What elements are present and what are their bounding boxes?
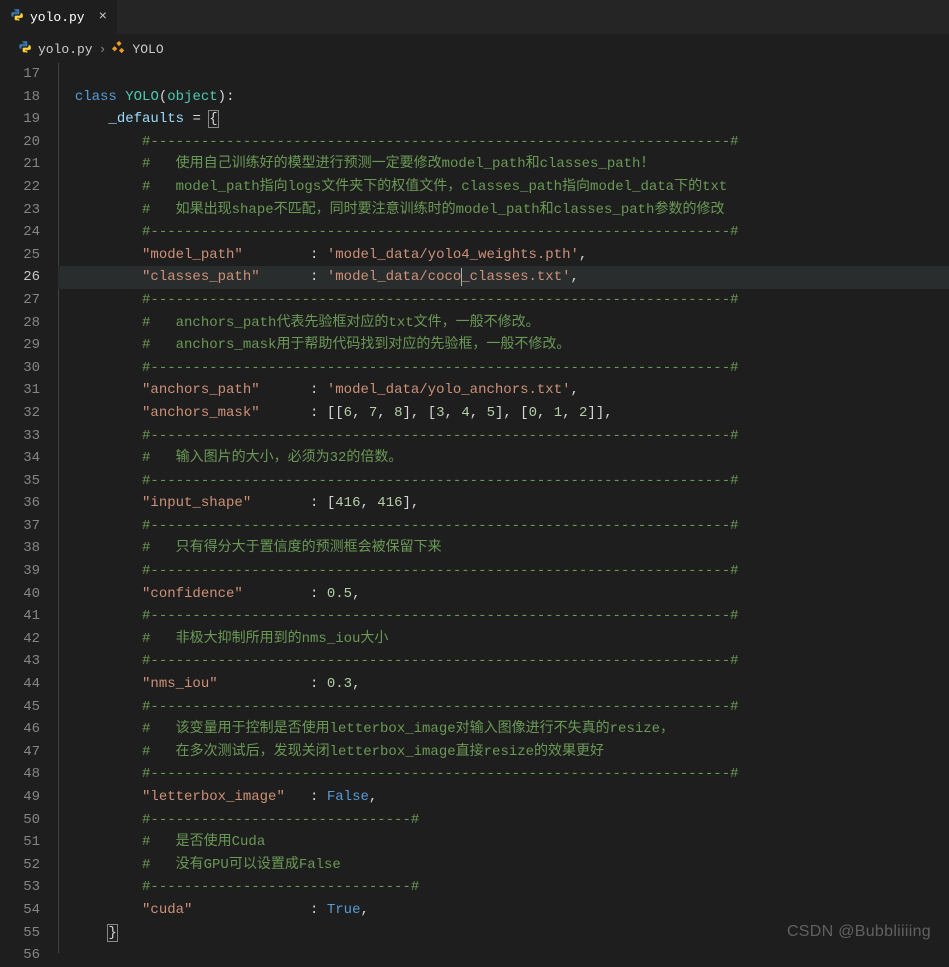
code-line: class YOLO(object): (58, 86, 949, 109)
chevron-right-icon: › (99, 42, 107, 57)
code-line: # 只有得分大于置信度的预测框会被保留下来 (58, 537, 949, 560)
code-line: #---------------------------------------… (58, 560, 949, 583)
breadcrumb-file[interactable]: yolo.py (38, 42, 93, 57)
code-line: "classes_path" : 'model_data/coco_classe… (58, 266, 949, 289)
code-line: # 是否使用Cuda (58, 831, 949, 854)
code-line: # 如果出现shape不匹配，同时要注意训练时的model_path和class… (58, 199, 949, 222)
code-line (58, 944, 949, 967)
python-icon (10, 8, 24, 27)
code-line: #---------------------------------------… (58, 357, 949, 380)
code-line: "letterbox_image" : False, (58, 786, 949, 809)
code-line: #---------------------------------------… (58, 221, 949, 244)
code-line: # 使用自己训练好的模型进行预测一定要修改model_path和classes_… (58, 153, 949, 176)
code-line: #---------------------------------------… (58, 696, 949, 719)
code-line: # 非极大抑制所用到的nms_iou大小 (58, 628, 949, 651)
code-line: #---------------------------------------… (58, 515, 949, 538)
code-line: "cuda" : True, (58, 899, 949, 922)
close-icon[interactable]: × (99, 9, 107, 25)
class-icon (112, 40, 126, 58)
tab-label: yolo.py (30, 10, 85, 25)
code-line: # 该变量用于控制是否使用letterbox_image对输入图像进行不失真的r… (58, 718, 949, 741)
code-line: #---------------------------------------… (58, 289, 949, 312)
tab-yolo[interactable]: yolo.py × (0, 0, 118, 35)
code-line: _defaults = { (58, 108, 949, 131)
code-line: #-------------------------------# (58, 876, 949, 899)
code-line: # anchors_mask用于帮助代码找到对应的先验框，一般不修改。 (58, 334, 949, 357)
code-line: #---------------------------------------… (58, 425, 949, 448)
code-line: # 在多次测试后，发现关闭letterbox_image直接resize的效果更… (58, 741, 949, 764)
breadcrumb: yolo.py › YOLO (0, 35, 949, 63)
watermark: CSDN @Bubbliiiing (787, 923, 931, 941)
tab-bar: yolo.py × (0, 0, 949, 35)
code-line: # model_path指向logs文件夹下的权值文件，classes_path… (58, 176, 949, 199)
code-area[interactable]: class YOLO(object): _defaults = { #-----… (58, 63, 949, 953)
code-line: "input_shape" : [416, 416], (58, 492, 949, 515)
code-line: #---------------------------------------… (58, 605, 949, 628)
code-line: #---------------------------------------… (58, 763, 949, 786)
code-line: #---------------------------------------… (58, 470, 949, 493)
code-line: # 输入图片的大小，必须为32的倍数。 (58, 447, 949, 470)
breadcrumb-symbol[interactable]: YOLO (132, 42, 163, 57)
editor[interactable]: 17181920 21222324 25262728 29303132 3334… (0, 63, 949, 953)
code-line: "nms_iou" : 0.3, (58, 673, 949, 696)
code-line: #---------------------------------------… (58, 131, 949, 154)
code-line: #---------------------------------------… (58, 650, 949, 673)
python-icon (18, 40, 32, 58)
code-line: "anchors_mask" : [[6, 7, 8], [3, 4, 5], … (58, 402, 949, 425)
code-line: "anchors_path" : 'model_data/yolo_anchor… (58, 379, 949, 402)
code-line (58, 63, 949, 86)
code-line: # 没有GPU可以设置成False (58, 854, 949, 877)
code-line: #-------------------------------# (58, 809, 949, 832)
code-line: # anchors_path代表先验框对应的txt文件，一般不修改。 (58, 312, 949, 335)
code-line: "confidence" : 0.5, (58, 583, 949, 606)
code-line: "model_path" : 'model_data/yolo4_weights… (58, 244, 949, 267)
line-gutter: 17181920 21222324 25262728 29303132 3334… (0, 63, 58, 953)
